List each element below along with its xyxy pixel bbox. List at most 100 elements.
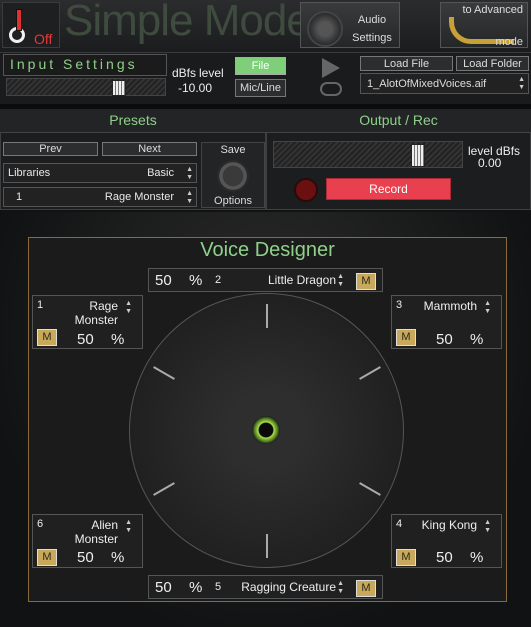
record-indicator-icon bbox=[294, 178, 318, 202]
mute-button[interactable]: M bbox=[396, 549, 416, 566]
voice-number: 5 bbox=[215, 581, 222, 593]
preset-select[interactable]: 1 Rage Monster ▲ ▼ bbox=[3, 187, 197, 207]
output-header: Output / Rec bbox=[266, 109, 531, 133]
audio-settings-label-1: Audio bbox=[357, 14, 387, 26]
power-switch-icon bbox=[16, 9, 22, 31]
input-slider-thumb[interactable] bbox=[112, 80, 126, 96]
voice-slot-4[interactable]: 4 King Kong ▲ ▼ M 50 % bbox=[391, 514, 502, 568]
output-level-slider[interactable] bbox=[273, 141, 463, 168]
preset-number: 1 bbox=[16, 191, 23, 203]
voice-percent: 50 bbox=[436, 549, 453, 566]
libraries-select[interactable]: Libraries Basic ▲ ▼ bbox=[3, 163, 197, 183]
voice-percent-unit: % bbox=[111, 549, 125, 566]
pad-tick bbox=[359, 482, 381, 496]
presets-header: Presets bbox=[0, 109, 266, 133]
file-select-value: 1_AlotOfMixedVoices.aif bbox=[367, 78, 487, 90]
speaker-icon bbox=[307, 11, 343, 47]
file-select[interactable]: 1_AlotOfMixedVoices.aif ▲ ▼ bbox=[360, 73, 529, 94]
voice-slot-6[interactable]: 6 Alien Monster ▲ ▼ M 50 % bbox=[32, 514, 143, 568]
output-level-value: 0.00 bbox=[478, 156, 502, 170]
voice-percent-unit: % bbox=[189, 579, 203, 596]
updown-arrows-icon: ▲ ▼ bbox=[186, 190, 193, 205]
file-source-button[interactable]: File bbox=[235, 57, 286, 75]
voice-percent-unit: % bbox=[470, 331, 484, 348]
pad-tick bbox=[359, 366, 381, 380]
mix-position-handle[interactable] bbox=[252, 416, 280, 444]
voice-name: Ragging Creature bbox=[241, 580, 336, 594]
load-folder-button[interactable]: Load Folder bbox=[456, 56, 529, 71]
mute-button[interactable]: M bbox=[396, 329, 416, 346]
voice-slot-2[interactable]: 50 % 2 Little Dragon ▲ ▼ M bbox=[148, 268, 383, 292]
voice-number: 3 bbox=[396, 299, 403, 311]
record-button[interactable]: Record bbox=[326, 178, 451, 200]
preset-name: Rage Monster bbox=[104, 191, 174, 203]
voice-percent: 50 bbox=[436, 331, 453, 348]
advanced-label-1: to Advanced bbox=[462, 4, 523, 16]
libraries-value: Basic bbox=[147, 167, 174, 179]
voice-name-line2: Monster bbox=[74, 313, 118, 327]
pad-tick bbox=[266, 304, 268, 328]
input-dbfs-label: dBfs bbox=[172, 66, 197, 80]
voice-percent: 50 bbox=[77, 331, 94, 348]
save-label: Save bbox=[220, 144, 246, 156]
output-slider-thumb[interactable] bbox=[411, 144, 425, 167]
save-disk-icon bbox=[217, 160, 249, 192]
micline-source-button[interactable]: Mic/Line bbox=[235, 79, 286, 97]
voice-select-arrows-icon[interactable]: ▲ ▼ bbox=[125, 519, 132, 535]
play-icon[interactable] bbox=[322, 58, 340, 78]
audio-settings-button[interactable]: Audio Settings bbox=[300, 2, 400, 48]
voice-number: 1 bbox=[37, 299, 44, 311]
input-level-slider[interactable] bbox=[6, 78, 166, 96]
voice-select-arrows-icon[interactable]: ▲ ▼ bbox=[337, 580, 344, 596]
voice-slot-1[interactable]: 1 Rage Monster ▲ ▼ M 50 % bbox=[32, 295, 143, 349]
libraries-label: Libraries bbox=[8, 167, 51, 179]
voice-number: 6 bbox=[37, 518, 44, 530]
mute-button[interactable]: M bbox=[356, 580, 376, 597]
mute-button[interactable]: M bbox=[37, 329, 57, 346]
voice-percent-unit: % bbox=[111, 331, 125, 348]
voice-select-arrows-icon[interactable]: ▲ ▼ bbox=[125, 300, 132, 316]
voice-slot-5[interactable]: 50 % 5 Ragging Creature ▲ ▼ M bbox=[148, 575, 383, 599]
voice-slot-3[interactable]: 3 Mammoth ▲ ▼ M 50 % bbox=[391, 295, 502, 349]
voice-select-arrows-icon[interactable]: ▲ ▼ bbox=[484, 300, 491, 316]
voice-number: 2 bbox=[215, 274, 222, 286]
voice-percent: 50 bbox=[155, 579, 172, 596]
mute-button[interactable]: M bbox=[356, 273, 376, 290]
updown-arrows-icon: ▲ ▼ bbox=[186, 166, 193, 181]
advanced-mode-button[interactable]: to Advanced mode bbox=[440, 2, 528, 48]
input-settings-title: Input Settings bbox=[10, 56, 138, 72]
mute-button[interactable]: M bbox=[37, 549, 57, 566]
input-level-value: -10.00 bbox=[178, 81, 213, 95]
prev-preset-button[interactable]: Prev bbox=[3, 142, 98, 156]
options-label: Options bbox=[214, 195, 252, 207]
power-toggle[interactable]: Off bbox=[2, 2, 60, 48]
pad-tick bbox=[153, 482, 175, 496]
pad-tick bbox=[153, 366, 175, 380]
pad-tick bbox=[266, 534, 268, 558]
mode-title: Simple Mode bbox=[64, 0, 311, 45]
voice-percent-unit: % bbox=[470, 549, 484, 566]
voice-select-arrows-icon[interactable]: ▲ ▼ bbox=[484, 519, 491, 535]
input-level-label: level bbox=[199, 66, 224, 80]
power-state-label: Off bbox=[34, 31, 53, 47]
voice-percent-unit: % bbox=[189, 272, 203, 289]
voice-name-line2: Monster bbox=[74, 532, 118, 546]
updown-arrows-icon: ▲ ▼ bbox=[518, 76, 525, 91]
loop-icon[interactable] bbox=[320, 82, 342, 96]
voice-name: Alien bbox=[91, 518, 118, 532]
load-file-button[interactable]: Load File bbox=[360, 56, 453, 71]
voice-designer-title: Voice Designer bbox=[200, 239, 335, 261]
voice-percent: 50 bbox=[77, 549, 94, 566]
audio-settings-label-2: Settings bbox=[352, 32, 392, 44]
voice-select-arrows-icon[interactable]: ▲ ▼ bbox=[337, 273, 344, 289]
advanced-label-2: mode bbox=[495, 36, 523, 48]
voice-name: Little Dragon bbox=[267, 273, 336, 287]
input-settings-header: Input Settings bbox=[3, 54, 167, 76]
voice-name: Mammoth bbox=[423, 299, 477, 313]
voice-name: Rage bbox=[89, 299, 118, 313]
next-preset-button[interactable]: Next bbox=[102, 142, 197, 156]
voice-number: 4 bbox=[396, 518, 403, 530]
voice-name: King Kong bbox=[421, 518, 477, 532]
save-options-button[interactable]: Save Options bbox=[201, 142, 265, 208]
voice-percent: 50 bbox=[155, 272, 172, 289]
